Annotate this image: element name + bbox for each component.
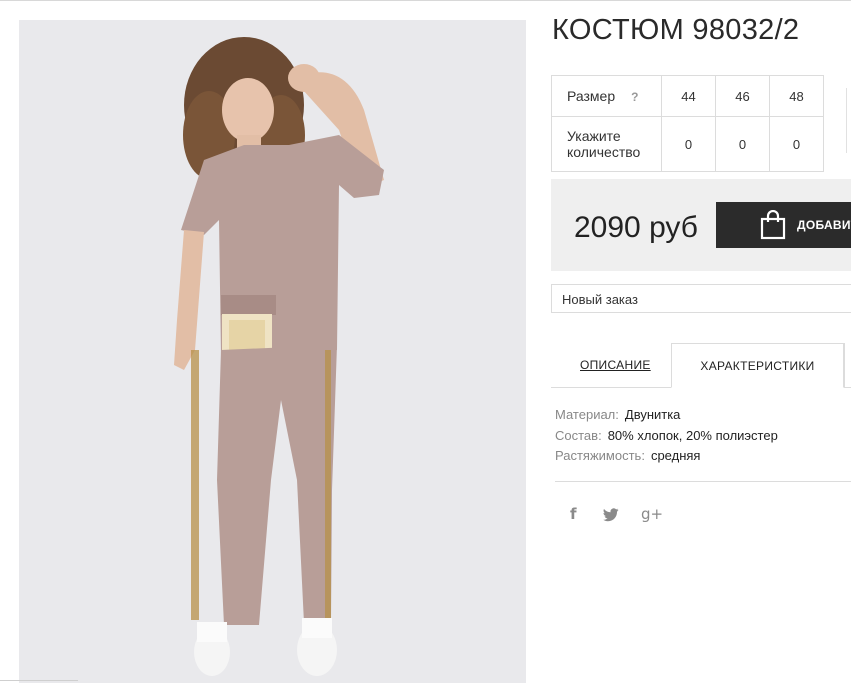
size-48: 48 [769,75,824,117]
add-to-cart-button[interactable]: ДОБАВИТЬ [716,202,851,248]
spec-key: Растяжимость: [555,448,645,463]
bottom-divider [0,680,78,681]
spec-row-material: Материал: Двунитка [555,405,778,426]
model-illustration [174,37,384,676]
specs-divider [555,481,851,482]
quantity-label-line1: Укажите [567,128,621,144]
size-table: Размер? 44 46 48 Укажите количество 0 0 … [551,75,824,172]
quantity-input-44[interactable]: 0 [661,116,716,172]
order-select[interactable]: Новый заказ [551,284,851,313]
size-46: 46 [715,75,770,117]
price-box: 2090 руб ДОБАВИТЬ [551,179,851,271]
product-photo[interactable] [19,20,526,683]
quantity-label-line2: количество [567,144,641,160]
quantity-input-48[interactable]: 0 [769,116,824,172]
tabs-edge [844,343,851,387]
size-label: Размер [567,88,616,104]
twitter-icon[interactable] [603,507,619,526]
side-panel-edge [846,88,851,153]
spec-value: 80% хлопок, 20% полиэстер [607,427,778,443]
spec-value: Двунитка [624,407,681,422]
tab-characteristics[interactable]: ХАРАКТЕРИСТИКИ [671,343,844,388]
facebook-icon[interactable]: f [570,505,577,523]
size-help-icon[interactable]: ? [631,90,638,104]
quantity-input-46[interactable]: 0 [715,116,770,172]
add-to-cart-label: ДОБАВИТЬ [797,218,851,232]
size-44: 44 [661,75,716,117]
tab-description[interactable]: ОПИСАНИЕ [580,358,651,372]
quantity-row: Укажите количество 0 0 0 [551,116,824,172]
product-tabs: ОПИСАНИЕ ХАРАКТЕРИСТИКИ [551,343,851,388]
spec-row-composition: Состав: 80% хлопок, 20% полиэстер [555,426,778,447]
spec-key: Материал: [555,407,619,422]
price: 2090 руб [574,211,698,244]
product-title: КОСТЮМ 98032/2 [552,14,800,46]
size-row: Размер? 44 46 48 [551,75,824,117]
googleplus-icon[interactable]: g+ [641,505,663,523]
spec-value: средняя [650,448,701,463]
specs-list: Материал: Двунитка Состав: 80% хлопок, 20%… [555,405,778,467]
twitter-bird-icon [603,508,619,522]
spec-row-stretch: Растяжимость: средняя [555,446,778,467]
top-divider [0,0,851,1]
size-label-cell: Размер? [551,75,662,117]
shopping-bag-icon [760,210,786,240]
quantity-label: Укажите количество [551,116,662,172]
spec-key: Состав: [555,427,602,443]
